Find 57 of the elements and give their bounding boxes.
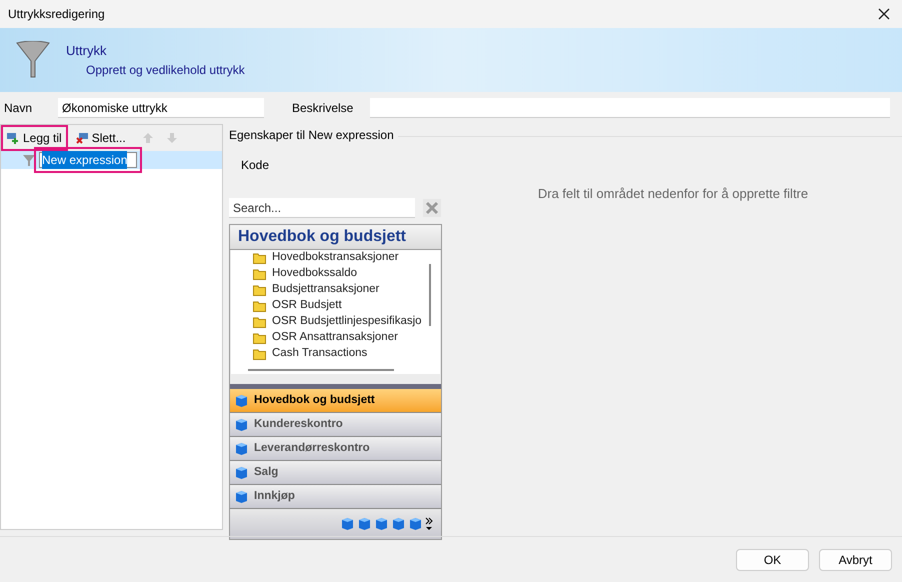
code-label: Kode [241, 157, 270, 174]
splitter[interactable] [230, 384, 441, 389]
cube-icon [235, 418, 248, 432]
move-up-icon[interactable] [142, 132, 154, 144]
folder-icon [253, 300, 266, 312]
delete-button[interactable]: Slett... [72, 126, 130, 150]
cancel-button[interactable]: Avbryt [819, 548, 892, 570]
cube-icon [235, 442, 248, 456]
folder-item[interactable]: Hovedbokstransaksjoner [253, 250, 427, 266]
cube-icon [235, 394, 248, 408]
folder-item[interactable]: Hovedbokssaldo [253, 266, 427, 282]
search-field[interactable]: Search... [229, 198, 415, 218]
folder-icon [253, 316, 266, 328]
navigator-group[interactable]: Leverandørreskontro [230, 437, 441, 461]
folder-icon [253, 284, 266, 296]
funnel-icon [16, 41, 50, 79]
folder-item[interactable]: OSR Budsjettlinjespesifikasjo [253, 314, 427, 330]
horizontal-scrollbar[interactable] [248, 369, 394, 371]
header-subtitle: Opprett og vedlikehold uttrykk [85, 62, 245, 79]
folder-item[interactable]: OSR Budsjett [253, 298, 427, 314]
description-field[interactable] [370, 98, 890, 118]
move-down-icon[interactable] [166, 132, 178, 144]
folder-item[interactable]: OSR Ansattransaksjoner [253, 330, 427, 346]
add-button[interactable]: Legg til [1, 125, 68, 151]
delete-icon [76, 132, 88, 144]
funnel-icon [23, 154, 35, 166]
cube-icon [235, 466, 248, 480]
folder-icon [253, 332, 266, 344]
navigator-group[interactable]: Salg [230, 461, 441, 485]
add-icon [7, 132, 19, 144]
header-title: Uttrykk [66, 42, 108, 60]
close-icon[interactable] [878, 8, 890, 20]
folder-icon [253, 252, 266, 264]
name-field[interactable]: Økonomiske uttrykk [58, 98, 264, 118]
cube-icon [235, 490, 248, 504]
cube-icon [358, 517, 371, 531]
ok-button[interactable]: OK [736, 548, 809, 570]
drop-hint: Dra felt til området nedenfor for å opprette filtre [538, 185, 808, 203]
cube-icon [409, 517, 422, 531]
folder-item[interactable]: Budsjettransaksjoner [253, 282, 427, 298]
cube-icon [341, 517, 354, 531]
navigator-group[interactable]: Innkjøp [230, 485, 441, 509]
properties-title: Egenskaper til New expression [229, 127, 394, 144]
navigator-group[interactable]: Hovedbok og budsjett [230, 389, 441, 413]
navigator-title: Hovedbok og budsjett [230, 225, 441, 250]
cube-icon [375, 517, 388, 531]
folder-item[interactable]: Cash Transactions [253, 346, 427, 362]
folder-icon [253, 268, 266, 280]
clear-icon[interactable] [423, 199, 441, 217]
navigator-group[interactable]: Kundereskontro [230, 413, 441, 437]
scrollbar[interactable] [429, 264, 431, 326]
description-label: Beskrivelse [292, 100, 354, 117]
chevron-icon[interactable] [425, 517, 433, 531]
folder-icon [253, 348, 266, 360]
window-title: Uttrykksredigering [8, 6, 105, 23]
name-label: Navn [4, 100, 34, 117]
cube-icon [392, 517, 405, 531]
